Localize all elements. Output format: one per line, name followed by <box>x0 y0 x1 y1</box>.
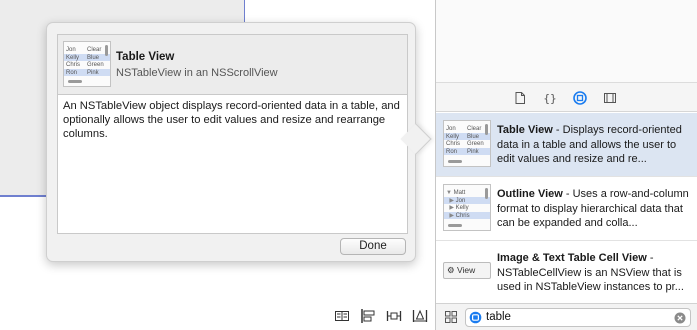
embed-in-stack-icon[interactable] <box>334 308 350 324</box>
library-item-outline-view[interactable]: ▼ Matt ▶ Jon ▶ Kelly ▶ Chris Outline Vie… <box>436 177 697 241</box>
table-view-icon: Jon Clear Kelly Blue Chris Green Ron Pink <box>443 120 491 167</box>
library-item-text: Outline View - Uses a row-and-column for… <box>497 188 689 229</box>
thumb-row: Kelly Blue <box>64 53 110 61</box>
pin-icon[interactable] <box>386 308 402 324</box>
thumb-scrollbar <box>105 45 108 56</box>
help-popover: Jon Clear Kelly Blue Chris Green Ron Pink Ta… <box>46 22 416 262</box>
library-search-input[interactable]: table <box>465 308 691 327</box>
library-item-text: Table View - Displays record-oriented da… <box>497 124 682 165</box>
search-value: table <box>486 311 511 323</box>
thumb-hscrollbar <box>68 80 82 83</box>
thumb-row: Jon Clear <box>66 47 102 53</box>
media-library-icon[interactable] <box>603 91 617 105</box>
cell-view-icon: ⚙ View <box>443 262 491 279</box>
table-view-thumbnail: Jon Clear Kelly Blue Chris Green Ron Pink <box>63 41 111 87</box>
outline-view-icon: ▼ Matt ▶ Jon ▶ Kelly ▶ Chris <box>443 184 491 231</box>
object-library-icon[interactable] <box>573 91 587 105</box>
popover-subtitle: NSTableView in an NSScrollView <box>116 67 278 79</box>
grid-view-icon[interactable] <box>444 310 458 324</box>
library-tabs: {} <box>436 82 697 112</box>
popover-description: An NSTableView object displays record-or… <box>57 94 408 234</box>
library-filter-bar: table <box>436 303 697 330</box>
filter-icon <box>469 311 482 324</box>
popover-title: Table View <box>116 51 175 63</box>
file-icon[interactable] <box>513 91 527 105</box>
library-item-text: Image & Text Table Cell View - NSTableCe… <box>497 252 684 293</box>
popover-header: Jon Clear Kelly Blue Chris Green Ron Pink Ta… <box>57 34 408 94</box>
thumb-row: Chris Green <box>66 62 104 68</box>
braces-icon[interactable]: {} <box>543 91 557 105</box>
thumb-row: Ron Pink <box>64 68 110 76</box>
done-button[interactable]: Done <box>340 238 406 255</box>
library-item-table-view[interactable]: Jon Clear Kelly Blue Chris Green Ron Pink Ta… <box>436 113 697 177</box>
library-item-image-text-cell-view[interactable]: ⚙ View Image & Text Table Cell View - NS… <box>436 241 697 305</box>
svg-text:{}: {} <box>543 92 556 105</box>
align-icon[interactable] <box>360 308 376 324</box>
inspector-area <box>436 0 697 82</box>
clear-search-icon[interactable] <box>674 312 686 324</box>
gear-icon: ⚙ <box>447 265 455 275</box>
library-panel: {} Jon Clear Kelly Blue Chris Green Ron Pink… <box>435 0 697 330</box>
resolve-issues-icon[interactable] <box>412 308 428 324</box>
